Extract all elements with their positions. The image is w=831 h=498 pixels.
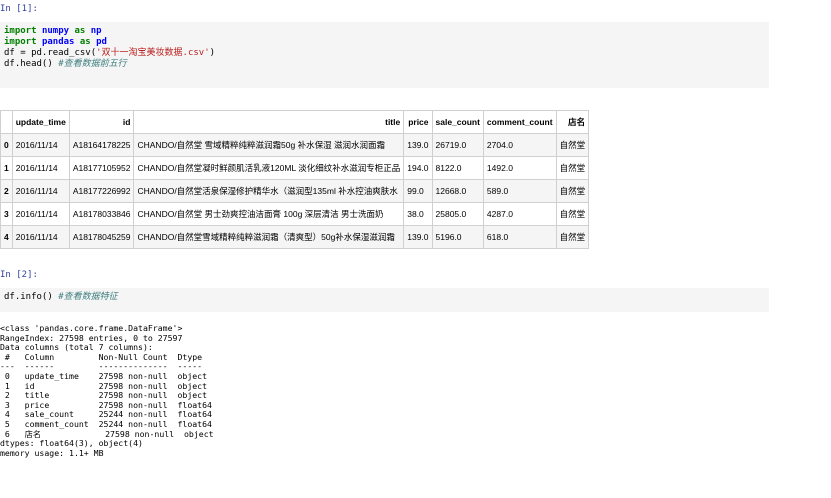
table-cell: 5196.0 — [431, 225, 484, 249]
code-token: np — [90, 26, 102, 36]
table-cell: 38.0 — [403, 202, 433, 226]
table-cell: CHANDO/自然堂凝时鲜颜肌活乳液120ML 淡化细纹补水滋润专柜正品 — [133, 156, 405, 180]
table-cell: 618.0 — [482, 225, 557, 249]
table-cell: 自然堂 — [555, 225, 590, 249]
code-token: df = pd.read_csv( — [4, 48, 97, 58]
table-cell: CHANDO/自然堂 男士劲爽控油洁面膏 100g 深层清洁 男士洗面奶 — [133, 202, 405, 226]
code-line: import numpy as np — [4, 26, 769, 37]
output-line: memory usage: 1.1+ MB — [0, 447, 104, 458]
cell-2-prompt: In [2]: — [0, 270, 38, 280]
table-cell: 4287.0 — [482, 202, 557, 226]
cell-1-code[interactable]: import numpy as np import pandas as pd df … — [0, 22, 769, 88]
table-cell: 139.0 — [403, 225, 433, 249]
code-line: df.info() #查看数据特征 — [4, 292, 769, 303]
row-index: 0 — [0, 133, 13, 157]
column-header — [0, 110, 13, 134]
table-row: 2 2016/11/14 A18177226992 CHANDO/自然堂活泉保湿修护精… — [0, 179, 590, 203]
table-row: 3 2016/11/14 A18178033846 CHANDO/自然堂 男士劲爽控油… — [0, 202, 590, 226]
column-header: comment_count — [482, 110, 557, 134]
code-token: numpy — [41, 26, 70, 36]
info-output: <class 'pandas.core.frame.DataFrame'> Ran… — [0, 323, 218, 458]
table-cell: 2016/11/14 — [11, 225, 70, 249]
table-cell: 2016/11/14 — [11, 179, 70, 203]
code-token: as — [74, 26, 86, 36]
code-token: import — [4, 26, 37, 36]
code-token: import — [4, 37, 37, 47]
table-cell: 自然堂 — [555, 202, 590, 226]
table-cell: A18177226992 — [68, 179, 135, 203]
code-comment: #查看数据特征 — [58, 292, 118, 302]
code-token: df.info() — [4, 292, 59, 302]
table-cell: CHANDO/自然堂雪域精粹纯粹滋润霜（清爽型）50g补水保湿滋润霜 — [133, 225, 405, 249]
table-cell: A18178045259 — [68, 225, 135, 249]
table-cell: 自然堂 — [555, 156, 590, 180]
column-header: id — [68, 110, 135, 134]
code-token: ) — [209, 48, 216, 58]
code-token: pandas — [41, 37, 75, 47]
table-cell: A18177105952 — [68, 156, 135, 180]
row-index: 1 — [0, 156, 13, 180]
table-row: 0 2016/11/14 A18164178225 CHANDO/自然堂 雪域精粹纯粹… — [0, 133, 590, 157]
code-line: import pandas as pd — [4, 37, 769, 48]
dataframe-table: update_time id title price sale_count comment… — [0, 110, 590, 249]
table-cell: 2704.0 — [482, 133, 557, 157]
table-cell: 589.0 — [482, 179, 557, 203]
code-token: as — [79, 37, 91, 47]
column-header: title — [133, 110, 405, 134]
table-cell: 1492.0 — [482, 156, 557, 180]
code-line: df = pd.read_csv('双十一淘宝美妆数据.csv') — [4, 48, 769, 59]
table-cell: 25805.0 — [431, 202, 484, 226]
table-cell: 8122.0 — [431, 156, 484, 180]
code-comment: #查看数据前五行 — [58, 59, 127, 69]
table-row: 1 2016/11/14 A18177105952 CHANDO/自然堂凝时鲜颜肌活乳… — [0, 156, 590, 180]
table-cell: CHANDO/自然堂活泉保湿修护精华水（滋润型135ml 补水控油爽肤水 — [133, 179, 405, 203]
table-cell: 2016/11/14 — [11, 133, 70, 157]
table-cell: 99.0 — [403, 179, 433, 203]
table-cell: 2016/11/14 — [11, 202, 70, 226]
table-cell: A18178033846 — [68, 202, 135, 226]
table-cell: 26719.0 — [431, 133, 484, 157]
row-index: 2 — [0, 179, 13, 203]
code-token: df.head() — [4, 59, 59, 69]
row-index: 4 — [0, 225, 13, 249]
table-cell: 194.0 — [403, 156, 433, 180]
code-line: df.head() #查看数据前五行 — [4, 59, 769, 70]
code-string: '双十一淘宝美妆数据.csv' — [96, 48, 210, 58]
table-cell: A18164178225 — [68, 133, 135, 157]
row-index: 3 — [0, 202, 13, 226]
table-header-row: update_time id title price sale_count comment… — [0, 110, 590, 134]
table-cell: CHANDO/自然堂 雪域精粹纯粹滋润霜50g 补水保湿 滋润水润面霜 — [133, 133, 405, 157]
table-row: 4 2016/11/14 A18178045259 CHANDO/自然堂雪域精粹纯粹滋… — [0, 225, 590, 249]
table-cell: 2016/11/14 — [11, 156, 70, 180]
table-cell: 139.0 — [403, 133, 433, 157]
cell-2-code[interactable]: df.info() #查看数据特征 — [0, 288, 769, 312]
table-cell: 自然堂 — [555, 179, 590, 203]
column-header: update_time — [11, 110, 70, 134]
column-header: sale_count — [431, 110, 484, 134]
table-cell: 12668.0 — [431, 179, 484, 203]
cell-1-prompt: In [1]: — [0, 4, 38, 14]
column-header: price — [403, 110, 433, 134]
table-cell: 自然堂 — [555, 133, 590, 157]
column-header: 店名 — [555, 110, 590, 134]
code-token: pd — [96, 37, 107, 47]
